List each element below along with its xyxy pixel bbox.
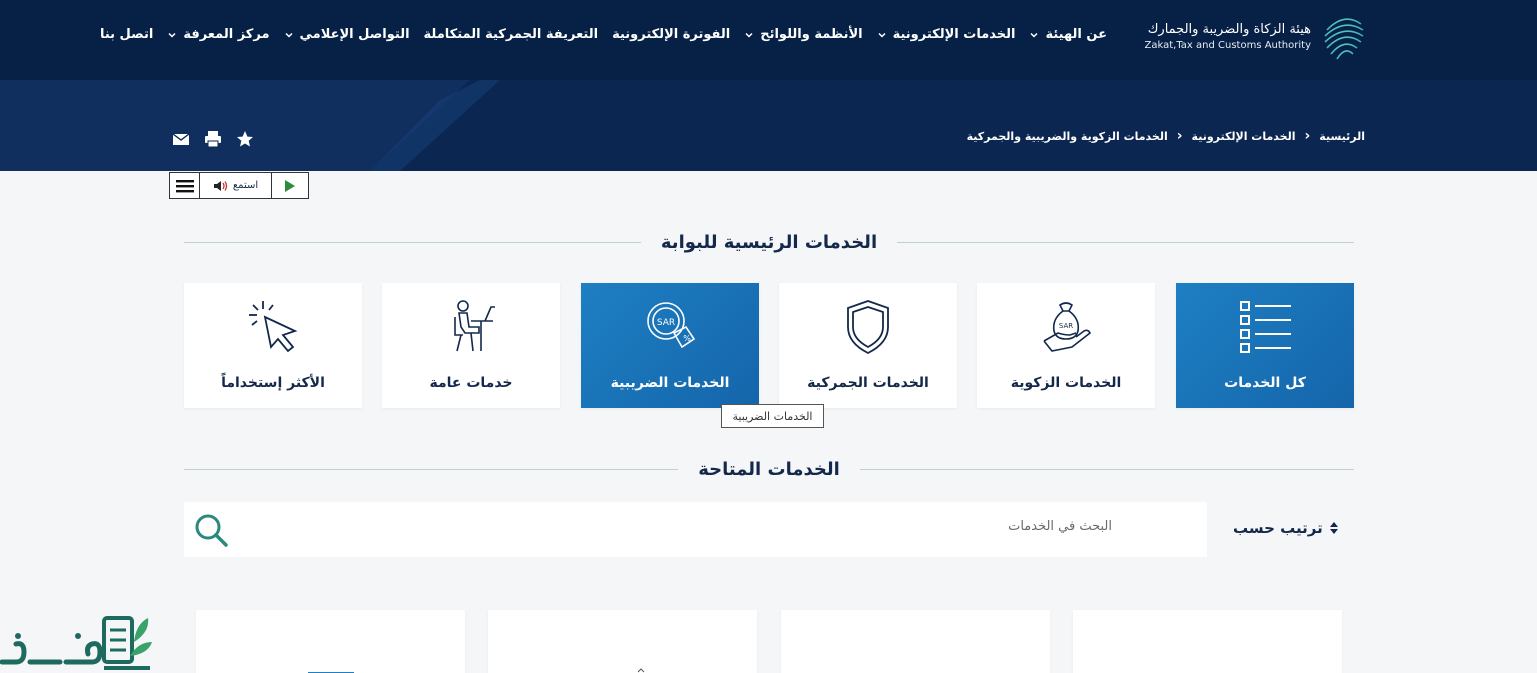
divider <box>859 469 1354 470</box>
zakat-bag-icon: SAR <box>1043 302 1092 352</box>
card-most-used[interactable]: الأكثر إستخداماً <box>184 283 362 408</box>
card-label: خدمات عامة <box>429 375 513 391</box>
card-all-services[interactable]: كل الخدمات <box>1176 283 1354 408</box>
divider <box>184 242 641 243</box>
search-box <box>184 502 1207 557</box>
breadcrumb-home[interactable]: الرئيسية <box>1319 130 1365 143</box>
logo-english-name: Zakat,Tax and Customs Authority <box>1144 39 1311 51</box>
listen-widget: استمع <box>169 172 309 199</box>
print-icon[interactable] <box>204 130 222 148</box>
nav-item-about[interactable]: عن الهيئة <box>1029 27 1107 42</box>
sort-button[interactable]: ترتيب حسب <box>1233 519 1339 537</box>
search-icon[interactable] <box>192 511 230 549</box>
divider <box>184 469 679 470</box>
svg-text:SAR: SAR <box>1059 322 1073 330</box>
chevron-left-icon: ‹ <box>1176 128 1183 144</box>
nav-item-knowledge[interactable]: مركز المعرفة <box>167 27 270 42</box>
chevron-down-icon <box>168 32 176 38</box>
available-services-heading: الخدمات المتاحة <box>184 459 1354 480</box>
play-icon[interactable] <box>272 173 308 198</box>
nav-label: الخدمات الإلكترونية <box>892 27 1016 42</box>
mail-icon[interactable] <box>172 130 190 148</box>
chevron-down-icon <box>878 32 886 38</box>
banner-decoration <box>0 80 1537 171</box>
nav-item-regulations[interactable]: الأنظمة واللوائح <box>744 27 863 42</box>
divider <box>897 242 1355 243</box>
nav-label: اتصل بنا <box>99 27 154 42</box>
card-tax-services[interactable]: SAR % الخدمات الضريبية <box>581 283 759 408</box>
watermark-logo <box>0 616 152 670</box>
tooltip: الخدمات الضريبية <box>721 404 824 428</box>
chevron-down-icon <box>284 32 293 38</box>
chevron-left-icon: ‹ <box>1304 128 1311 144</box>
nav-item-eservices[interactable]: الخدمات الإلكترونية <box>877 27 1016 42</box>
sort-label: ترتيب حسب <box>1233 519 1323 537</box>
service-card[interactable] <box>196 610 465 673</box>
service-card[interactable] <box>781 610 1050 673</box>
card-label: الخدمات الجمركية <box>807 375 929 391</box>
card-customs-services[interactable]: الخدمات الجمركية <box>779 283 957 408</box>
shield-icon <box>847 300 889 355</box>
star-icon[interactable] <box>236 130 254 148</box>
chevron-down-icon <box>1030 32 1038 38</box>
svg-text:SAR: SAR <box>657 318 675 328</box>
main-services-title: الخدمات الرئيسية للبوابة <box>660 232 878 253</box>
card-icon-fragment <box>637 668 645 673</box>
card-label: كل الخدمات <box>1224 375 1306 391</box>
cursor-click-icon <box>249 301 298 353</box>
card-label: الخدمات الزكوية <box>1010 375 1122 391</box>
main-services-heading: الخدمات الرئيسية للبوابة <box>184 232 1355 253</box>
nav-item-media[interactable]: التواصل الإعلامي <box>284 27 410 42</box>
service-card[interactable] <box>1073 610 1342 673</box>
nav-label: مركز المعرفة <box>183 27 270 42</box>
nav-label: عن الهيئة <box>1045 27 1107 42</box>
list-icon <box>1240 301 1291 353</box>
search-input[interactable] <box>412 519 1112 534</box>
card-label: الخدمات الضريبية <box>610 375 730 391</box>
nav-label: الأنظمة واللوائح <box>760 27 863 42</box>
logo-arabic-name: هيئة الزكاة والضريبة والجمارك <box>1147 21 1311 37</box>
nav-label: التواصل الإعلامي <box>299 27 410 42</box>
breadcrumb: الرئيسية ‹ الخدمات الإلكترونية ‹ الخدمات… <box>967 128 1365 144</box>
card-zakat-services[interactable]: SAR الخدمات الزكوية <box>977 283 1155 408</box>
sar-tax-icon: SAR % <box>647 302 696 349</box>
page-tools <box>172 130 254 148</box>
listen-label: استمع <box>232 180 259 191</box>
menu-icon[interactable] <box>170 173 200 198</box>
nav-item-einvoicing[interactable]: الفوترة الإلكترونية <box>612 27 730 42</box>
chevron-down-icon <box>745 32 753 38</box>
svg-text:%: % <box>683 334 691 343</box>
card-general-services[interactable]: خدمات عامة <box>382 283 560 408</box>
nav-label: الفوترة الإلكترونية <box>612 27 731 42</box>
card-label: الأكثر إستخداماً <box>221 375 325 391</box>
nav-item-tariff[interactable]: التعريفة الجمركية المتكاملة <box>424 27 599 42</box>
speaker-icon <box>213 180 228 191</box>
nav-item-contact[interactable]: اتصل بنا <box>100 27 153 42</box>
authority-logo[interactable]: هيئة الزكاة والضريبة والجمارك Zakat,Tax … <box>1145 10 1367 62</box>
service-card[interactable] <box>488 610 757 673</box>
listen-button[interactable]: استمع <box>200 173 272 198</box>
available-services-title: الخدمات المتاحة <box>698 459 840 480</box>
breadcrumb-eservices[interactable]: الخدمات الإلكترونية <box>1192 130 1296 143</box>
nav-label: التعريفة الجمركية المتكاملة <box>423 27 599 42</box>
main-nav: عن الهيئة الخدمات الإلكترونية الأنظمة وا… <box>100 27 1107 42</box>
sort-icon <box>1329 522 1338 534</box>
person-desk-icon <box>454 300 495 352</box>
breadcrumb-banner: الرئيسية ‹ الخدمات الإلكترونية ‹ الخدمات… <box>0 80 1537 171</box>
breadcrumb-current: الخدمات الزكوية والضريبية والجمركية <box>966 129 1168 143</box>
logo-fingerprint-icon <box>1324 18 1364 60</box>
top-header: هيئة الزكاة والضريبة والجمارك Zakat,Tax … <box>0 0 1537 80</box>
